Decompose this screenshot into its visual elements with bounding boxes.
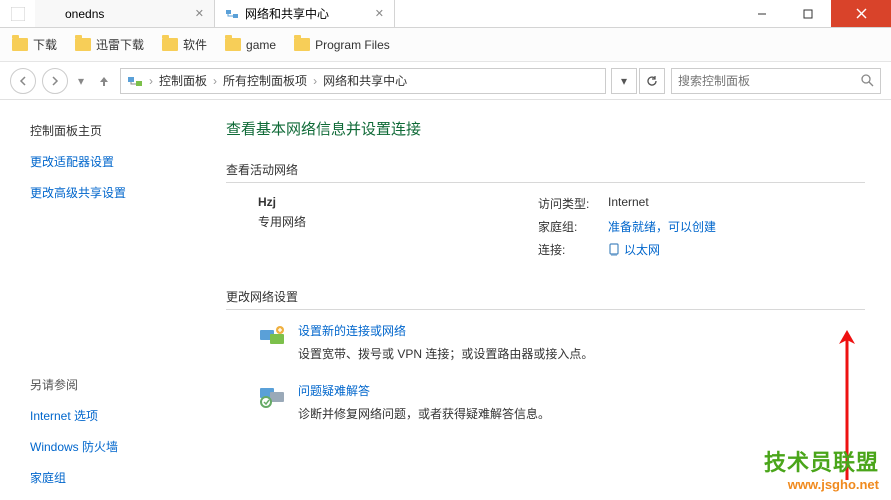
ethernet-icon xyxy=(608,243,620,257)
divider xyxy=(226,182,865,183)
section-active-networks: 查看活动网络 xyxy=(226,161,865,178)
close-icon[interactable]: ✕ xyxy=(195,7,204,20)
bookmark-item[interactable]: 下载 xyxy=(12,36,57,53)
chevron-right-icon: › xyxy=(311,74,319,88)
divider xyxy=(226,309,865,310)
see-also-label: 另请参阅 xyxy=(30,376,186,393)
tab-title: 网络和共享中心 xyxy=(245,5,329,22)
close-button[interactable] xyxy=(831,0,891,27)
bookmarks-bar: 下载 迅雷下载 软件 game Program Files xyxy=(0,28,891,62)
folder-icon xyxy=(45,7,59,21)
bookmark-item[interactable]: game xyxy=(225,38,276,52)
search-box[interactable] xyxy=(671,68,881,94)
folder-icon xyxy=(12,38,28,51)
bookmark-item[interactable]: Program Files xyxy=(294,38,390,52)
forward-button[interactable] xyxy=(42,68,68,94)
minimize-button[interactable] xyxy=(739,0,785,27)
search-icon xyxy=(861,74,874,87)
bookmark-label: 软件 xyxy=(183,36,207,53)
sidebar-link-firewall[interactable]: Windows 防火墙 xyxy=(30,438,186,455)
maximize-button[interactable] xyxy=(785,0,831,27)
control-panel-icon xyxy=(127,73,143,89)
main-content: 查看基本网络信息并设置连接 查看活动网络 Hzj 专用网络 访问类型: Inte… xyxy=(200,100,891,500)
new-connection-link[interactable]: 设置新的连接或网络 xyxy=(298,324,406,338)
search-input[interactable] xyxy=(678,74,855,88)
sidebar-link-homegroup[interactable]: 家庭组 xyxy=(30,469,186,486)
breadcrumb-item[interactable]: 网络和共享中心 xyxy=(323,72,407,89)
connection-label: 连接: xyxy=(538,241,600,258)
page-title: 查看基本网络信息并设置连接 xyxy=(226,118,865,139)
active-network-row: Hzj 专用网络 访问类型: Internet 家庭组: 准备就绪，可以创建 连… xyxy=(226,195,865,258)
homegroup-label: 家庭组: xyxy=(538,218,600,235)
settings-item-troubleshoot: 问题疑难解答 诊断并修复网络问题，或者获得疑难解答信息。 xyxy=(226,382,865,422)
folder-icon xyxy=(225,38,241,51)
folder-icon xyxy=(162,38,178,51)
window-controls xyxy=(739,0,891,27)
new-connection-icon xyxy=(258,322,286,350)
chevron-right-icon: › xyxy=(147,74,155,88)
network-type: 专用网络 xyxy=(258,213,538,230)
sidebar-link-adapter[interactable]: 更改适配器设置 xyxy=(30,153,186,170)
access-type-label: 访问类型: xyxy=(538,195,600,212)
settings-item-new-connection: 设置新的连接或网络 设置宽带、拨号或 VPN 连接；或设置路由器或接入点。 xyxy=(226,322,865,362)
network-icon xyxy=(225,7,239,21)
bookmark-label: 迅雷下载 xyxy=(96,36,144,53)
bookmark-item[interactable]: 软件 xyxy=(162,36,207,53)
sidebar: 控制面板主页 更改适配器设置 更改高级共享设置 另请参阅 Internet 选项… xyxy=(0,100,200,500)
close-icon[interactable]: ✕ xyxy=(375,7,384,20)
back-button[interactable] xyxy=(10,68,36,94)
folder-icon xyxy=(294,38,310,51)
breadcrumb-item[interactable]: 控制面板 xyxy=(159,72,207,89)
bookmark-label: game xyxy=(246,38,276,52)
network-name: Hzj xyxy=(258,195,538,209)
access-type-value: Internet xyxy=(608,195,716,212)
troubleshoot-link[interactable]: 问题疑难解答 xyxy=(298,384,370,398)
homegroup-link[interactable]: 准备就绪，可以创建 xyxy=(608,220,716,234)
title-bar: onedns ✕ 网络和共享中心 ✕ xyxy=(0,0,891,28)
browser-tab[interactable]: onedns ✕ xyxy=(35,0,215,27)
control-panel-home-link[interactable]: 控制面板主页 xyxy=(30,122,186,139)
troubleshoot-icon xyxy=(258,382,286,410)
chevron-right-icon: › xyxy=(211,74,219,88)
address-bar[interactable]: › 控制面板 › 所有控制面板项 › 网络和共享中心 xyxy=(120,68,606,94)
new-connection-desc: 设置宽带、拨号或 VPN 连接；或设置路由器或接入点。 xyxy=(298,345,593,362)
title-bar-icon xyxy=(0,0,35,27)
sidebar-link-internet-options[interactable]: Internet 选项 xyxy=(30,407,186,424)
browser-tab[interactable]: 网络和共享中心 ✕ xyxy=(215,0,395,27)
address-dropdown[interactable]: ▾ xyxy=(611,68,637,94)
refresh-button[interactable] xyxy=(639,68,665,94)
bookmark-label: 下载 xyxy=(33,36,57,53)
tab-title: onedns xyxy=(65,7,104,21)
folder-icon xyxy=(75,38,91,51)
troubleshoot-desc: 诊断并修复网络问题，或者获得疑难解答信息。 xyxy=(298,405,550,422)
navigation-row: ▾ › 控制面板 › 所有控制面板项 › 网络和共享中心 ▾ xyxy=(0,62,891,100)
up-button[interactable] xyxy=(94,75,114,87)
sidebar-link-sharing[interactable]: 更改高级共享设置 xyxy=(30,184,186,201)
connection-link[interactable]: 以太网 xyxy=(624,241,660,258)
breadcrumb-item[interactable]: 所有控制面板项 xyxy=(223,72,307,89)
history-dropdown[interactable]: ▾ xyxy=(74,74,88,88)
bookmark-item[interactable]: 迅雷下载 xyxy=(75,36,144,53)
bookmark-label: Program Files xyxy=(315,38,390,52)
section-change-settings: 更改网络设置 xyxy=(226,288,865,305)
